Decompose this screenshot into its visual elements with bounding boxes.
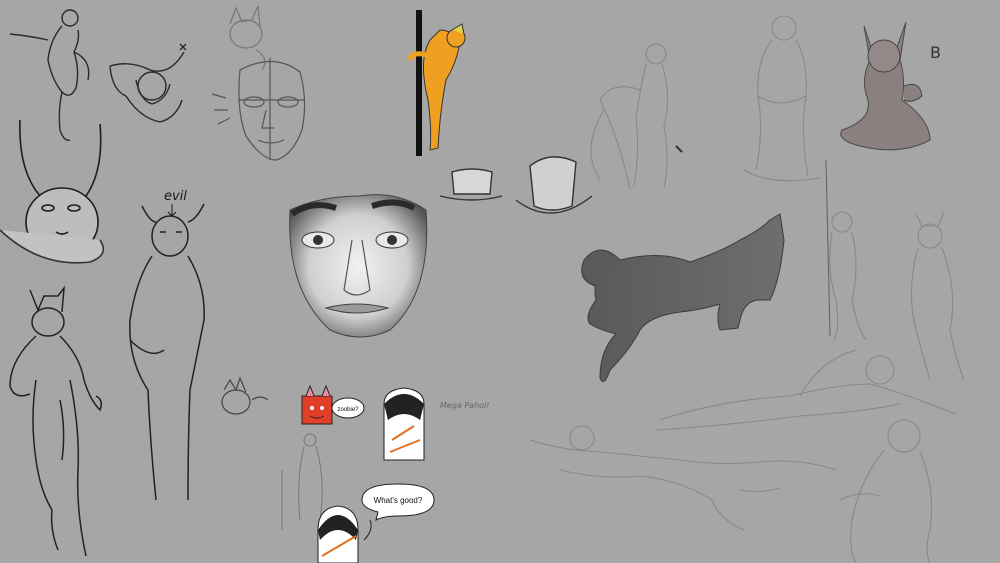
annotation-mega-pahol: Mega Pahol! <box>440 401 489 410</box>
annotation-heart-doodle: B <box>930 43 941 62</box>
speech-text-zoobie: zoobie? <box>337 407 359 413</box>
speech-bubble-whats-good: What's good? <box>361 483 435 521</box>
character-mega-pahol <box>383 387 425 461</box>
sketch-reclining-figure <box>655 349 957 431</box>
sketch-small-fox-head <box>229 5 266 71</box>
small-stroke-mark <box>675 145 683 153</box>
sketch-small-cat-head <box>221 376 269 415</box>
sketch-lying-girl <box>109 43 187 123</box>
sketch-lynx-figure <box>9 285 103 557</box>
sketch-evil-cat-girl <box>129 203 205 501</box>
annotation-evil: evil <box>164 189 187 204</box>
sketch-pole-figure <box>825 159 867 341</box>
sketch-standing-cat-girl <box>910 211 965 381</box>
sketch-bending-figure <box>839 419 933 563</box>
character-orange-devil <box>301 384 333 425</box>
orange-pole-dancer <box>407 10 466 156</box>
top-hat-large <box>515 156 593 214</box>
sketch-crouching-figure-top-left <box>9 9 90 141</box>
painted-seated-cat-girl <box>840 21 931 151</box>
character-whats-good <box>317 505 372 563</box>
arrow-down-icon <box>167 204 177 217</box>
sketch-dancing-figure <box>590 43 669 191</box>
top-hat-small <box>439 168 503 201</box>
speech-bubble-zoobie: zoobie? <box>331 397 365 419</box>
sketch-small-standing-figure <box>281 433 323 530</box>
painted-wolf-on-all-fours <box>581 213 785 383</box>
sketch-standing-figure-back <box>743 15 821 182</box>
speech-text-whats-good: What's good? <box>374 496 423 505</box>
sketch-bunny-head <box>0 119 105 264</box>
sketch-face-construction <box>211 58 306 161</box>
painted-realistic-face <box>289 194 428 338</box>
sketch-canvas: evil zoobie? Mega Pahol! What's good? B <box>0 5 965 563</box>
sketch-crawling-figure <box>529 425 837 531</box>
